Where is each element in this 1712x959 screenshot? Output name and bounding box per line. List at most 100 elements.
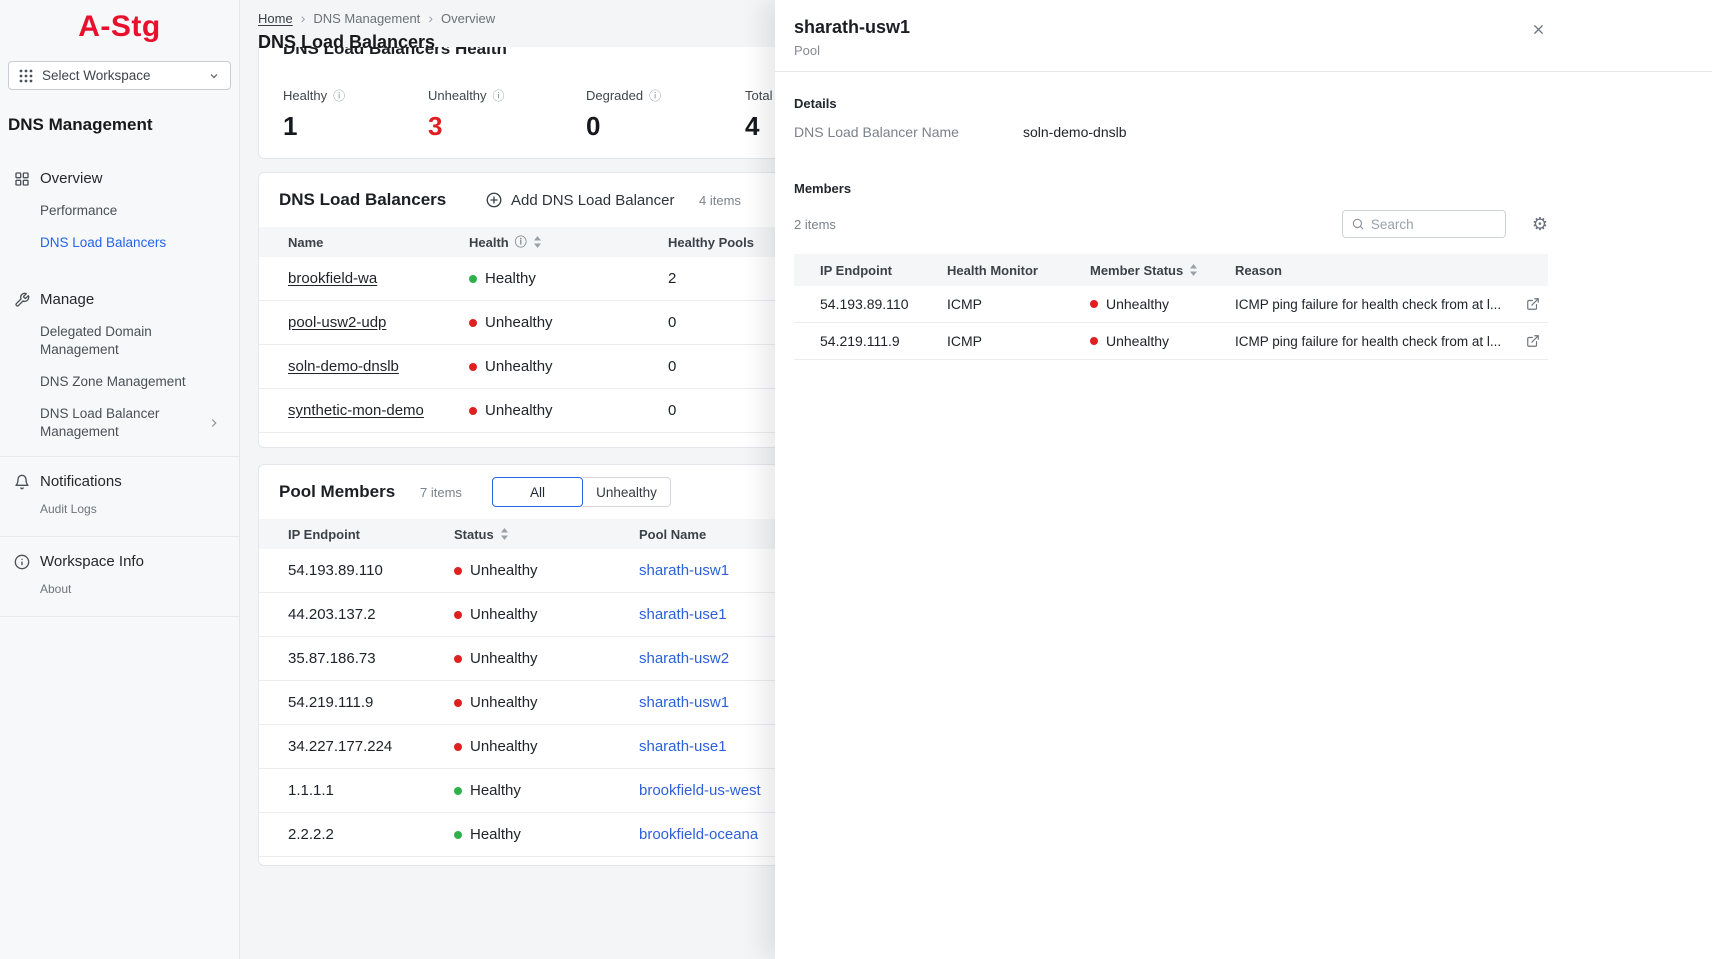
chevron-down-icon: [208, 70, 220, 82]
search-icon: [1351, 217, 1365, 231]
sidebar-item-dns-load-balancers[interactable]: DNS Load Balancers: [0, 227, 239, 259]
sort-icon[interactable]: [533, 236, 542, 248]
pool-name-link[interactable]: sharath-use1: [639, 606, 727, 623]
health-status: Unhealthy: [469, 402, 668, 419]
search-input[interactable]: [1371, 217, 1497, 232]
nav-head-notifications-label: Notifications: [40, 473, 122, 490]
member-status: Unhealthy: [1090, 296, 1235, 312]
breadcrumb-home[interactable]: Home: [258, 11, 293, 26]
divider: [0, 456, 239, 457]
stat-unhealthy: Unhealthyⓘ 3: [428, 88, 586, 142]
sidebar-item-delegated-domain-management[interactable]: Delegated Domain Management: [0, 316, 239, 366]
member-status: Unhealthy: [454, 562, 639, 579]
close-button[interactable]: [1529, 20, 1548, 39]
sidebar: A-Stg Select Workspace DNS Management: [0, 0, 240, 959]
external-link-icon[interactable]: [1526, 334, 1540, 348]
pool-name-link[interactable]: sharath-usw2: [639, 650, 729, 667]
detail-value: soln-demo-dnslb: [1023, 124, 1127, 140]
lb-name-link[interactable]: pool-usw2-udp: [288, 314, 386, 331]
add-dns-load-balancer-button[interactable]: Add DNS Load Balancer: [485, 191, 674, 209]
pool-members-title: Pool Members: [279, 482, 395, 502]
lb-name-link[interactable]: brookfield-wa: [288, 270, 377, 287]
panel-body: Details DNS Load Balancer Name soln-demo…: [775, 72, 1712, 360]
stat-healthy: Healthyⓘ 1: [283, 88, 428, 142]
workspace-grid-icon: [19, 69, 33, 83]
tab-all[interactable]: All: [492, 477, 583, 507]
column-header-health[interactable]: Health ⓘ: [469, 235, 668, 250]
detail-row: DNS Load Balancer Name soln-demo-dnslb: [794, 124, 1548, 140]
sort-icon[interactable]: [500, 528, 509, 540]
member-status-label: Unhealthy: [470, 606, 538, 623]
column-header-member-status[interactable]: Member Status: [1090, 263, 1235, 278]
info-icon[interactable]: ⓘ: [649, 90, 661, 102]
column-header-status[interactable]: Status: [454, 527, 639, 542]
bell-icon: [14, 474, 30, 490]
status-dot: [1090, 300, 1098, 308]
pool-name-link[interactable]: brookfield-us-west: [639, 782, 761, 799]
member-status-label: Unhealthy: [470, 562, 538, 579]
pool-name-link[interactable]: sharath-usw1: [639, 562, 729, 579]
breadcrumb-dns-management[interactable]: DNS Management: [313, 11, 420, 26]
health-status-label: Unhealthy: [485, 314, 553, 331]
tab-unhealthy[interactable]: Unhealthy: [583, 477, 671, 507]
sidebar-item-about[interactable]: About: [0, 578, 239, 608]
workspace-selector[interactable]: Select Workspace: [8, 61, 231, 90]
ip-endpoint: 54.193.89.110: [288, 562, 454, 579]
pool-name-link[interactable]: brookfield-oceana: [639, 826, 758, 843]
stat-degraded: Degradedⓘ 0: [586, 88, 745, 142]
sort-icon[interactable]: [1189, 264, 1198, 276]
ip-endpoint: 2.2.2.2: [288, 826, 454, 843]
sidebar-item-dns-load-balancer-management[interactable]: DNS Load Balancer Management: [0, 398, 239, 448]
settings-gear-button[interactable]: ⚙: [1532, 215, 1548, 233]
lb-card-title: DNS Load Balancers: [279, 190, 446, 210]
stat-unhealthy-label: Unhealthy: [428, 88, 487, 103]
ip-endpoint: 1.1.1.1: [288, 782, 454, 799]
nav-head-manage[interactable]: Manage: [0, 283, 239, 316]
reason-text: ICMP ping failure for health check from …: [1235, 297, 1508, 312]
breadcrumb-separator-icon: ›: [428, 10, 433, 26]
pool-name-link[interactable]: sharath-usw1: [639, 694, 729, 711]
info-icon[interactable]: ⓘ: [493, 90, 505, 102]
nav-head-overview[interactable]: Overview: [0, 162, 239, 195]
health-status-label: Unhealthy: [485, 402, 553, 419]
lb-name-link[interactable]: soln-demo-dnslb: [288, 358, 399, 375]
search-box: [1342, 210, 1506, 238]
info-icon[interactable]: ⓘ: [515, 236, 527, 248]
stat-degraded-value: 0: [586, 111, 745, 142]
health-status: Unhealthy: [469, 314, 668, 331]
external-link-icon[interactable]: [1526, 297, 1540, 311]
nav-head-workspace-info[interactable]: Workspace Info: [0, 545, 239, 578]
overview-grid-icon: [14, 171, 30, 187]
pool-name-link[interactable]: sharath-use1: [639, 738, 727, 755]
divider: [0, 536, 239, 537]
members-table-body: 54.193.89.110 ICMP Unhealthy ICMP ping f…: [794, 286, 1548, 360]
info-icon[interactable]: ⓘ: [333, 90, 345, 102]
nav-head-notifications[interactable]: Notifications: [0, 465, 239, 498]
member-status-label: Unhealthy: [470, 738, 538, 755]
table-row: 54.219.111.9 ICMP Unhealthy ICMP ping fa…: [794, 323, 1548, 360]
status-dot: [454, 567, 462, 575]
health-status-label: Healthy: [485, 270, 536, 287]
brand-logo[interactable]: A-Stg: [0, 10, 239, 44]
info-icon: [14, 554, 30, 570]
sidebar-item-dns-zone-management[interactable]: DNS Zone Management: [0, 366, 239, 398]
stat-healthy-value: 1: [283, 111, 428, 142]
status-dot: [454, 655, 462, 663]
ip-endpoint: 54.219.111.9: [288, 694, 454, 711]
status-dot: [454, 611, 462, 619]
nav-section-notifications: Notifications Audit Logs: [0, 465, 239, 528]
sidebar-item-audit-logs[interactable]: Audit Logs: [0, 498, 239, 528]
ip-endpoint: 54.193.89.110: [820, 296, 947, 312]
ip-endpoint: 35.87.186.73: [288, 650, 454, 667]
add-dns-load-balancer-label: Add DNS Load Balancer: [511, 192, 674, 209]
details-heading: Details: [794, 96, 1548, 111]
status-dot: [469, 275, 477, 283]
status-dot: [454, 743, 462, 751]
health-monitor: ICMP: [947, 296, 1090, 312]
member-status: Healthy: [454, 826, 639, 843]
lb-name-link[interactable]: synthetic-mon-demo: [288, 402, 424, 419]
pool-items-count: 7 items: [420, 485, 462, 500]
lb-items-count: 4 items: [699, 193, 741, 208]
sidebar-item-performance[interactable]: Performance: [0, 195, 239, 227]
sidebar-title: DNS Management: [0, 115, 239, 135]
